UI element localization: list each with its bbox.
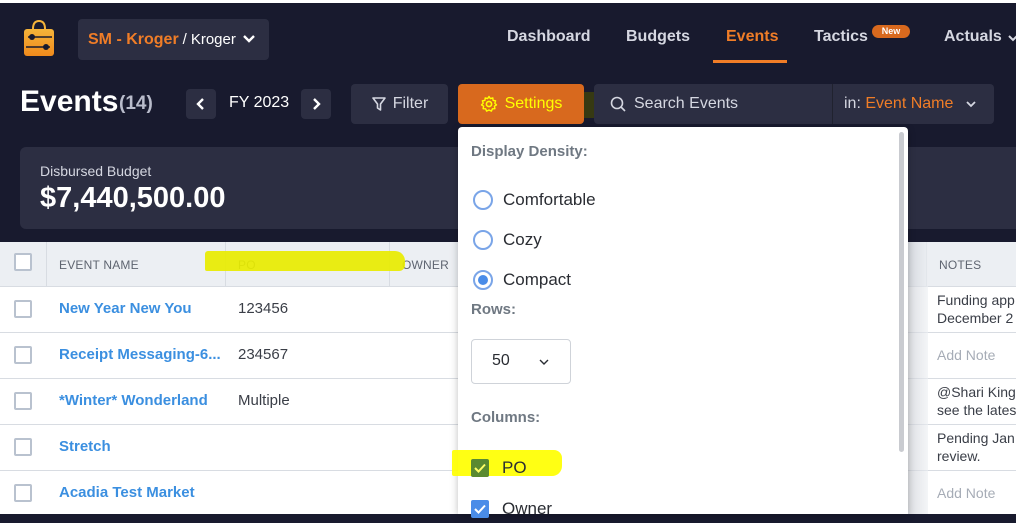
note-line: see the lates <box>937 402 1016 418</box>
density-label-cozy[interactable]: Cozy <box>503 230 542 250</box>
density-label-compact[interactable]: Compact <box>503 270 571 290</box>
column-label-owner[interactable]: Owner <box>502 499 552 519</box>
column-checkbox-po[interactable] <box>471 459 489 477</box>
row-checkbox[interactable] <box>14 438 32 456</box>
search-icon <box>610 96 626 112</box>
column-divider <box>46 242 47 287</box>
actuals-chevron-icon <box>1008 35 1016 42</box>
row-checkbox[interactable] <box>14 300 32 318</box>
filter-button[interactable]: Filter <box>351 84 448 124</box>
event-name-link[interactable]: Receipt Messaging-6... <box>59 346 221 363</box>
column-label-po[interactable]: PO <box>502 458 527 478</box>
select-all-checkbox[interactable] <box>14 253 32 271</box>
columns-heading: Columns: <box>471 409 541 426</box>
note-line: Funding app <box>937 292 1015 308</box>
event-name-link[interactable]: Stretch <box>59 438 111 455</box>
note-line: Pending Jan <box>937 430 1015 446</box>
org-switcher[interactable]: SM - Kroger / Kroger <box>78 19 269 60</box>
column-header-notes[interactable]: NOTES <box>939 258 981 272</box>
density-heading: Display Density: <box>471 143 588 160</box>
gear-icon <box>480 95 497 112</box>
add-note-button[interactable]: Add Note <box>937 346 1016 364</box>
row-checkbox[interactable] <box>14 484 32 502</box>
filter-label: Filter <box>392 95 429 112</box>
add-note-button[interactable]: Add Note <box>937 484 1016 502</box>
next-year-button[interactable] <box>301 89 331 119</box>
chevron-right-icon <box>313 98 321 110</box>
note-line: December 2 <box>937 310 1014 326</box>
search-divider <box>832 84 833 124</box>
nav-events[interactable]: Events <box>726 28 778 46</box>
column-header-owner[interactable]: OWNER <box>402 258 449 272</box>
checkmark-icon <box>474 463 486 473</box>
chevron-down-icon <box>243 35 255 43</box>
nav-dashboard[interactable]: Dashboard <box>507 28 591 46</box>
search-box: in: Event Name <box>594 84 994 124</box>
fiscal-year-label: FY 2023 <box>229 94 290 111</box>
settings-dropdown: Display Density: Comfortable Cozy Compac… <box>452 127 908 518</box>
settings-label: Settings <box>504 95 563 112</box>
menu-scrollbar[interactable] <box>899 132 904 452</box>
chevron-left-icon <box>196 98 204 110</box>
menu-shadow <box>908 242 928 514</box>
event-name-link[interactable]: Acadia Test Market <box>59 484 195 501</box>
po-value: 234567 <box>238 346 289 363</box>
budget-value: $7,440,500.00 <box>40 182 226 214</box>
nav-actuals[interactable]: Actuals <box>944 28 1002 46</box>
search-scope-prefix: in: <box>844 95 861 112</box>
org-separator: / <box>182 31 187 48</box>
org-sub: Kroger <box>190 31 236 48</box>
density-radio-compact[interactable] <box>473 270 493 290</box>
top-navbar: SM - Kroger / Kroger Dashboard Budgets E… <box>0 3 1016 75</box>
rows-per-page-select[interactable]: 50 <box>471 339 571 384</box>
density-radio-comfortable[interactable] <box>473 190 493 210</box>
event-name-link[interactable]: New Year New You <box>59 300 192 317</box>
search-input[interactable] <box>634 84 824 124</box>
rows-heading: Rows: <box>471 301 516 318</box>
chevron-down-icon <box>539 359 549 365</box>
nav-budgets[interactable]: Budgets <box>626 28 690 46</box>
po-value: Multiple <box>238 392 290 409</box>
event-name-link[interactable]: *Winter* Wonderland <box>59 392 208 409</box>
logo-icon[interactable] <box>22 19 56 59</box>
search-scope-select[interactable]: in: Event Name <box>844 95 976 113</box>
search-scope-value: Event Name <box>865 95 954 112</box>
page-title: Events <box>20 85 119 118</box>
column-header-event-name[interactable]: EVENT NAME <box>59 258 139 272</box>
density-label-comfortable[interactable]: Comfortable <box>503 190 596 210</box>
rows-value: 50 <box>492 352 510 369</box>
density-radio-cozy[interactable] <box>473 230 493 250</box>
budget-label: Disbursed Budget <box>40 163 152 179</box>
note-line: review. <box>937 448 981 464</box>
event-count: (14) <box>119 93 153 114</box>
prev-year-button[interactable] <box>186 89 216 119</box>
org-name: SM - Kroger <box>88 30 179 48</box>
column-checkbox-owner[interactable] <box>471 500 489 518</box>
checkmark-icon <box>474 504 486 514</box>
nav-tactics[interactable]: Tactics <box>814 28 868 46</box>
po-value: 123456 <box>238 300 289 317</box>
highlight-mark <box>205 251 405 271</box>
new-badge: New <box>872 25 910 38</box>
note-text[interactable]: @Shari King see the lates <box>937 383 1016 419</box>
row-checkbox[interactable] <box>14 392 32 410</box>
settings-button[interactable]: Settings <box>458 84 584 124</box>
row-checkbox[interactable] <box>14 346 32 364</box>
active-tab-indicator <box>713 60 787 63</box>
note-line: @Shari King <box>937 384 1016 400</box>
filter-icon <box>371 97 386 111</box>
note-text[interactable]: Funding app December 2 <box>937 291 1016 327</box>
note-text[interactable]: Pending Jan review. <box>937 429 1016 465</box>
chevron-down-icon <box>966 101 976 108</box>
